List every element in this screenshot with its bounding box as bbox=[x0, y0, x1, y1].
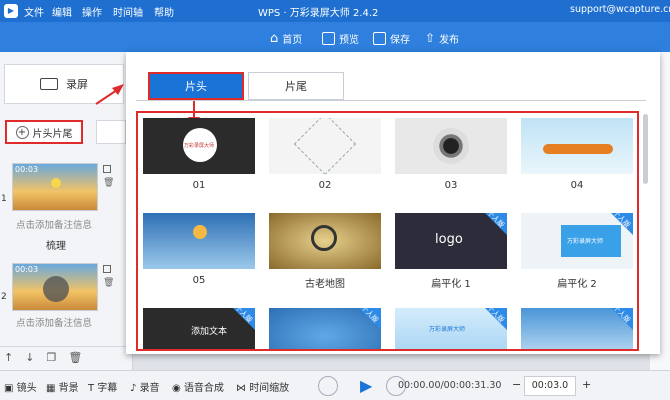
template-item-old-map[interactable]: 古老地图 bbox=[269, 213, 381, 290]
template-thumb-text: 万彩录屏大师 bbox=[429, 326, 466, 333]
tab-outro[interactable]: 片尾 bbox=[248, 72, 344, 100]
annotation-arrowhead bbox=[112, 84, 124, 95]
template-name: 扁平化 1 bbox=[431, 279, 471, 290]
time-scale-label: 时间缩放 bbox=[249, 383, 290, 394]
template-thumb-lens bbox=[433, 128, 469, 164]
template-item-circle[interactable]: 万彩录屏大师 个人版 bbox=[395, 308, 507, 349]
template-name: 04 bbox=[570, 180, 584, 191]
template-thumb-text: 万彩录屏大师 bbox=[567, 238, 604, 245]
magnifier-icon bbox=[311, 225, 337, 251]
template-name: 扁平化 2 bbox=[557, 279, 597, 290]
template-name: 02 bbox=[318, 180, 332, 191]
tab-underline bbox=[136, 100, 646, 101]
template-item-01[interactable]: 万彩录屏大师 01 bbox=[143, 118, 255, 191]
template-item-02[interactable]: 02 bbox=[269, 118, 381, 191]
template-item-flat-1[interactable]: logo 个人版 扁平化 1 bbox=[395, 213, 507, 290]
template-thumb-diamond bbox=[293, 118, 357, 174]
background-tool[interactable]: ▦ 背景 bbox=[46, 379, 79, 394]
tts-tool-label: 语音合成 bbox=[183, 383, 224, 394]
background-tool-label: 背景 bbox=[58, 383, 79, 394]
template-item-05[interactable]: 05 bbox=[143, 213, 255, 286]
template-thumb-text: logo bbox=[435, 232, 463, 247]
template-item-04[interactable]: 04 bbox=[521, 118, 633, 191]
template-name: 01 bbox=[192, 180, 206, 191]
tts-tool[interactable]: ◉ 语音合成 bbox=[172, 379, 224, 394]
tab-outro-label: 片尾 bbox=[285, 80, 307, 93]
template-thumb-balloon bbox=[193, 225, 207, 239]
record-audio-label: 录音 bbox=[139, 383, 160, 394]
tab-intro[interactable]: 片头 bbox=[148, 72, 244, 100]
camera-tool[interactable]: ▣ 镜头 bbox=[4, 379, 37, 394]
tab-intro-label: 片头 bbox=[185, 80, 207, 93]
template-thumb-text: 添加文本 bbox=[191, 327, 228, 337]
template-name: 03 bbox=[444, 180, 458, 191]
template-item-flat-2[interactable]: 万彩录屏大师 个人版 扁平化 2 bbox=[521, 213, 633, 290]
play-button[interactable]: ▶ bbox=[360, 376, 372, 395]
intro-template-dialog: 片头 片尾 万彩录屏大师 01 02 03 04 05 古老地图 logo 个人… bbox=[126, 52, 660, 354]
template-item-clouds[interactable]: 个人版 bbox=[521, 308, 633, 349]
time-scale-tool[interactable]: ⋈ 时间缩放 bbox=[236, 379, 289, 394]
template-item-rings[interactable]: 个人版 bbox=[269, 308, 381, 349]
rewind-icon[interactable] bbox=[318, 376, 338, 396]
camera-tool-label: 镜头 bbox=[16, 383, 37, 394]
duration-input[interactable]: 00:03.0 bbox=[524, 376, 576, 396]
template-thumb-text: 万彩录屏大师 bbox=[184, 143, 215, 149]
template-thumb-plane bbox=[543, 144, 613, 154]
record-audio-tool[interactable]: ♪ 录音 bbox=[130, 379, 160, 394]
template-item-03[interactable]: 03 bbox=[395, 118, 507, 191]
duration-increase-button[interactable]: + bbox=[582, 378, 591, 391]
template-name: 古老地图 bbox=[305, 279, 345, 290]
playback-time: 00:00.00/00:00:31.30 bbox=[398, 380, 502, 391]
template-grid: 万彩录屏大师 01 02 03 04 05 古老地图 logo 个人版 扁平化 … bbox=[136, 111, 639, 351]
template-name: 05 bbox=[192, 275, 206, 286]
dialog-scrollbar[interactable] bbox=[643, 114, 648, 184]
subtitle-tool-label: 字幕 bbox=[97, 383, 118, 394]
bottom-toolbar: ▣ 镜头 ▦ 背景 T 字幕 ♪ 录音 ◉ 语音合成 ⋈ 时间缩放 ▶ 00:0… bbox=[0, 370, 670, 400]
subtitle-tool[interactable]: T 字幕 bbox=[88, 379, 117, 394]
duration-decrease-button[interactable]: − bbox=[512, 378, 521, 391]
template-item-text[interactable]: 添加文本 个人版 bbox=[143, 308, 255, 349]
